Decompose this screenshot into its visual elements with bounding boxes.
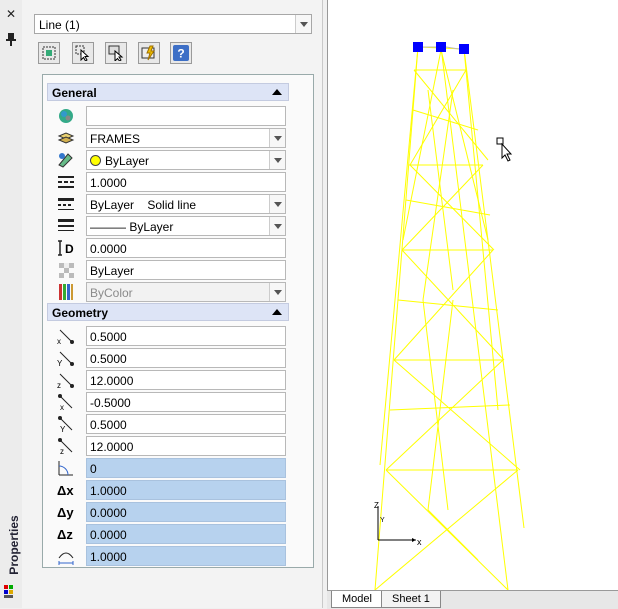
chevron-down-icon[interactable] bbox=[269, 129, 285, 147]
collapse-arrow-icon[interactable] bbox=[272, 89, 282, 95]
help-icon: ? bbox=[173, 45, 189, 61]
linetype-scale-icon bbox=[56, 172, 76, 192]
length-icon bbox=[56, 546, 76, 566]
properties-palette: Line (1) ? General FRAMES ByLayer 1.0000… bbox=[22, 0, 323, 608]
color-swatch bbox=[90, 155, 101, 166]
svg-text:?: ? bbox=[177, 47, 184, 61]
end-z-icon: z bbox=[56, 436, 76, 456]
chevron-down-icon[interactable] bbox=[269, 217, 285, 235]
grip-end[interactable] bbox=[459, 44, 469, 54]
thickness-field[interactable]: 0.0000 bbox=[86, 238, 286, 258]
delta-z-icon: Δz bbox=[56, 524, 76, 544]
close-icon[interactable]: ✕ bbox=[3, 6, 19, 22]
transparency-field[interactable]: ByLayer bbox=[86, 260, 286, 280]
chevron-down-icon bbox=[269, 283, 285, 301]
svg-text:z: z bbox=[57, 381, 61, 390]
quick-select-icon bbox=[42, 46, 56, 60]
lineweight-field[interactable]: ——— ByLayer bbox=[86, 216, 286, 236]
pin-icon[interactable] bbox=[3, 32, 19, 48]
angle-field: 0 bbox=[86, 458, 286, 478]
ucs-x-label: x bbox=[417, 537, 422, 547]
help-button[interactable]: ? bbox=[170, 42, 192, 64]
color-bylayer-field[interactable]: ByLayer bbox=[86, 150, 286, 170]
selection-value: Line (1) bbox=[39, 18, 80, 32]
select-objects-icon bbox=[75, 45, 90, 61]
quick-properties-icon bbox=[141, 45, 155, 61]
grip-start[interactable] bbox=[413, 42, 423, 52]
palette-title: Properties bbox=[7, 515, 21, 575]
tab-model[interactable]: Model bbox=[331, 591, 383, 608]
svg-text:x: x bbox=[60, 403, 64, 412]
quick-select-button[interactable] bbox=[38, 42, 60, 64]
ucs-z-label: Z bbox=[374, 501, 379, 510]
linetype-color-icon bbox=[56, 150, 76, 170]
color-icon bbox=[56, 106, 76, 126]
delta-y-label: Δy bbox=[57, 505, 74, 520]
angle-icon bbox=[56, 458, 76, 478]
start-y-field[interactable]: 0.5000 bbox=[86, 348, 286, 368]
material-icon bbox=[56, 282, 76, 302]
linetype-scale-field[interactable]: 1.0000 bbox=[86, 172, 286, 192]
cursor-icon bbox=[496, 137, 513, 162]
lineweight-icon bbox=[56, 216, 76, 236]
grip-mid[interactable] bbox=[436, 42, 446, 52]
thickness-label: D bbox=[65, 242, 74, 256]
tab-sheet1[interactable]: Sheet 1 bbox=[381, 591, 441, 608]
palette-side-strip: ✕ Properties bbox=[0, 0, 23, 608]
thickness-icon: D bbox=[56, 238, 76, 258]
delta-y-icon: Δy bbox=[56, 502, 76, 522]
color-field[interactable] bbox=[86, 106, 286, 126]
tower-drawing: x Y Z bbox=[374, 42, 525, 591]
quick-properties-button[interactable] bbox=[138, 42, 160, 64]
drawing-canvas[interactable]: x Y Z bbox=[327, 0, 618, 591]
chevron-down-icon[interactable] bbox=[269, 151, 285, 169]
plot-color-field: ByColor bbox=[86, 282, 286, 302]
delta-z-label: Δz bbox=[57, 527, 73, 542]
svg-text:x: x bbox=[57, 337, 61, 346]
plot-style-icon bbox=[56, 194, 76, 214]
delta-z-field: 0.0000 bbox=[86, 524, 286, 544]
transparency-icon bbox=[56, 260, 76, 280]
end-z-field[interactable]: 12.0000 bbox=[86, 436, 286, 456]
svg-text:z: z bbox=[60, 447, 64, 456]
geometry-section-title: Geometry bbox=[52, 306, 109, 320]
delta-x-label: Δx bbox=[57, 483, 74, 498]
collapse-arrow-icon[interactable] bbox=[272, 309, 282, 315]
tower-frame bbox=[374, 46, 525, 591]
start-z-icon: z bbox=[56, 370, 76, 390]
toggle-pickadd-icon bbox=[108, 45, 124, 61]
start-x-field[interactable]: 0.5000 bbox=[86, 326, 286, 346]
length-field: 1.0000 bbox=[86, 546, 286, 566]
general-section-title: General bbox=[52, 86, 97, 100]
svg-text:Y: Y bbox=[60, 425, 66, 434]
ucs-y-label: Y bbox=[380, 517, 385, 524]
layer-icon bbox=[56, 128, 76, 148]
end-x-field[interactable]: -0.5000 bbox=[86, 392, 286, 412]
general-section-header[interactable]: General bbox=[47, 83, 289, 101]
toggle-pickadd-button[interactable] bbox=[105, 42, 127, 64]
geometry-section-header[interactable]: Geometry bbox=[47, 303, 289, 321]
delta-y-field: 0.0000 bbox=[86, 502, 286, 522]
start-x-icon: x bbox=[56, 326, 76, 346]
end-y-icon: Y bbox=[56, 414, 76, 434]
delta-x-field: 1.0000 bbox=[86, 480, 286, 500]
end-y-field[interactable]: 0.5000 bbox=[86, 414, 286, 434]
selection-dropdown[interactable]: Line (1) bbox=[34, 14, 312, 34]
layout-tabs: Model Sheet 1 bbox=[327, 590, 618, 609]
end-x-icon: x bbox=[56, 392, 76, 412]
select-objects-button[interactable] bbox=[72, 42, 94, 64]
delta-x-icon: Δx bbox=[56, 480, 76, 500]
svg-text:Y: Y bbox=[57, 359, 63, 368]
layer-field[interactable]: FRAMES bbox=[86, 128, 286, 148]
palette-properties-icon[interactable] bbox=[3, 584, 19, 603]
chevron-down-icon[interactable] bbox=[295, 15, 311, 33]
start-y-icon: Y bbox=[56, 348, 76, 368]
start-z-field[interactable]: 12.0000 bbox=[86, 370, 286, 390]
plot-style-field[interactable]: ByLayer Solid line bbox=[86, 194, 286, 214]
chevron-down-icon[interactable] bbox=[269, 195, 285, 213]
